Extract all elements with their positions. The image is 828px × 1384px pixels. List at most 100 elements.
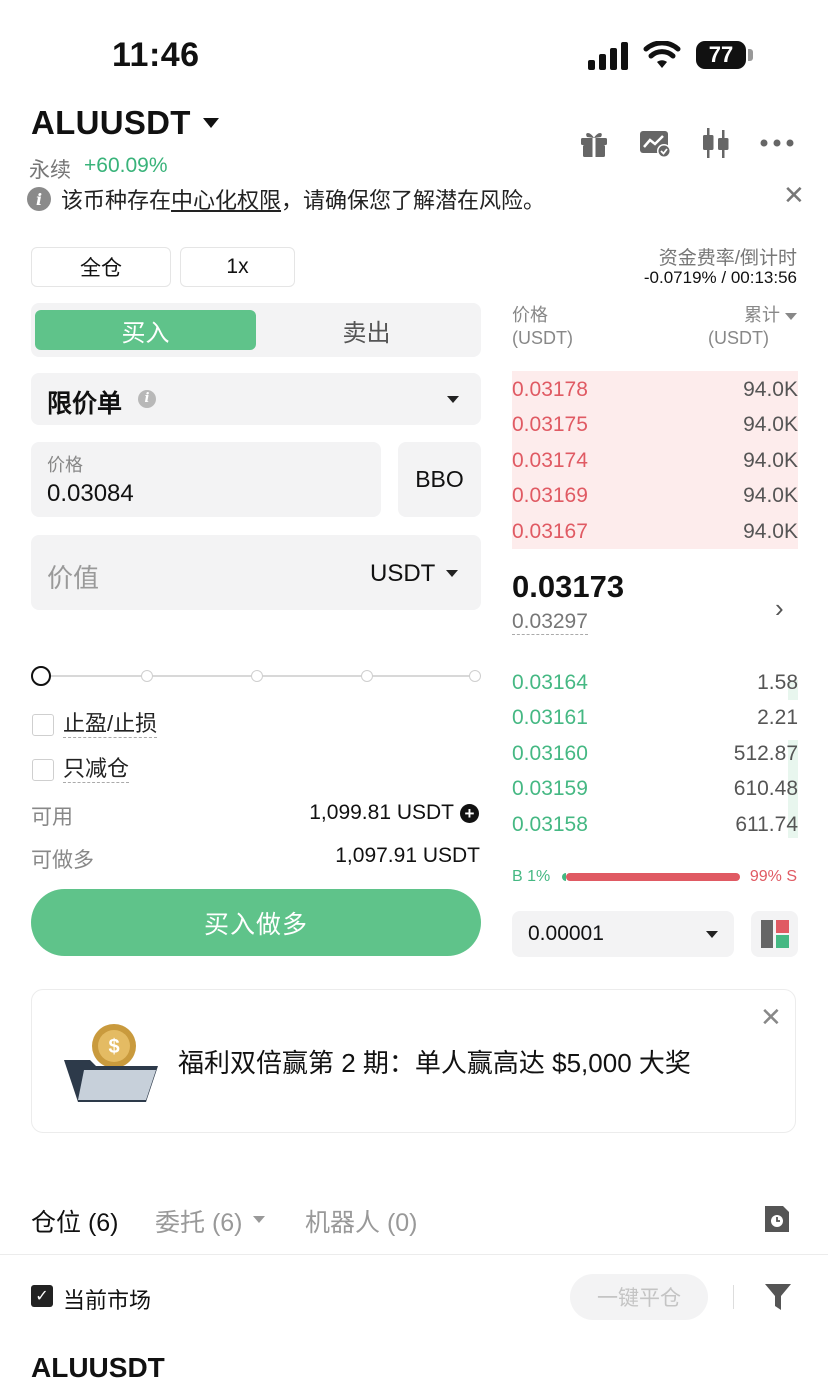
bid-row[interactable]: 0.03160 512.87: [512, 736, 798, 771]
coin-folder-icon: $: [62, 1020, 162, 1109]
ask-row[interactable]: 0.03178 94.0K: [512, 372, 798, 407]
ob-price-unit: (USDT): [512, 328, 573, 348]
ask-row[interactable]: 0.03169 94.0K: [512, 479, 798, 514]
ob-total-label: 累计: [743, 305, 780, 325]
price-change: +60.09%: [84, 154, 168, 177]
price-input[interactable]: 0.03084: [47, 480, 134, 508]
signal-icon: [588, 42, 632, 75]
bid-qty: 610.48: [733, 777, 798, 800]
history-icon[interactable]: [763, 1204, 791, 1239]
battery-cap: [748, 49, 753, 61]
ob-total-header: 累计 (USDT): [708, 304, 797, 350]
buy-tab[interactable]: 买入: [35, 310, 256, 350]
buy-ratio: B 1%: [512, 868, 551, 885]
value-input[interactable]: 价值: [47, 558, 99, 595]
status-time: 11:46: [112, 36, 200, 74]
sell-tab[interactable]: 卖出: [256, 310, 477, 350]
chevron-down-icon: [447, 396, 459, 403]
ask-price: 0.03175: [512, 413, 588, 436]
ob-price-label: 价格: [512, 305, 548, 325]
slider-step-100[interactable]: [469, 670, 481, 682]
side-toggle: 买入 卖出: [31, 303, 481, 357]
notice-link[interactable]: 中心化权限: [171, 183, 281, 215]
tab-bots[interactable]: 机器人 (0): [305, 1203, 418, 1239]
caret-down-icon[interactable]: [203, 118, 219, 128]
margin-mode-button[interactable]: 全仓: [31, 247, 171, 287]
candlestick-icon[interactable]: [697, 124, 735, 162]
bid-row[interactable]: 0.03164 1.58: [512, 665, 798, 700]
slider-step-50[interactable]: [251, 670, 263, 682]
ask-qty: 94.0K: [743, 519, 798, 543]
chevron-down-icon: [785, 312, 797, 320]
bid-row[interactable]: 0.03159 610.48: [512, 772, 798, 807]
available-value-row: 1,099.81 USDT +: [309, 801, 479, 825]
battery-icon: 77: [696, 41, 746, 69]
sell-ratio: 99% S: [749, 868, 797, 885]
gift-icon[interactable]: [575, 124, 613, 162]
precision-select[interactable]: 0.00001: [512, 911, 734, 957]
reduce-only-checkbox[interactable]: [32, 759, 54, 781]
ask-row[interactable]: 0.03175 94.0K: [512, 408, 798, 443]
ask-row[interactable]: 0.03174 94.0K: [512, 443, 798, 478]
value-field[interactable]: 价值 USDT: [31, 535, 481, 610]
add-funds-icon[interactable]: +: [460, 803, 479, 823]
tab-positions[interactable]: 仓位 (6): [31, 1203, 119, 1239]
more-icon[interactable]: [758, 124, 796, 162]
chevron-right-icon[interactable]: ›: [775, 593, 784, 624]
chevron-down-icon: [446, 570, 458, 577]
tab-orders[interactable]: 委托 (6): [155, 1203, 243, 1239]
svg-text:$: $: [108, 1036, 119, 1058]
close-promo-icon[interactable]: ✕: [760, 1002, 782, 1033]
ob-price-header: 价格 (USDT): [512, 304, 573, 350]
ask-qty: 94.0K: [743, 413, 798, 436]
bid-price: 0.03158: [512, 812, 588, 836]
bid-row[interactable]: 0.03158 611.74: [512, 807, 798, 842]
filter-separator: [733, 1285, 734, 1309]
ask-qty: 94.0K: [743, 448, 798, 472]
chart-check-icon[interactable]: [636, 124, 674, 162]
sell-ratio-bar: [566, 873, 740, 881]
position-symbol[interactable]: ALUUSDT: [31, 1352, 165, 1384]
bid-row[interactable]: 0.03161 2.21: [512, 701, 798, 736]
order-type-select[interactable]: 限价单 i: [31, 373, 481, 425]
buy-long-button[interactable]: 买入做多: [31, 889, 481, 956]
price-label: 价格: [47, 455, 83, 475]
ask-price: 0.03174: [512, 448, 588, 472]
tp-sl-label[interactable]: 止盈/止损: [63, 711, 158, 738]
max-long-value: 1,097.91 USDT: [335, 844, 480, 867]
pair-title[interactable]: ALUUSDT: [31, 104, 191, 142]
last-price: 0.03173: [512, 569, 625, 604]
bid-qty: 611.74: [735, 812, 798, 836]
notice-prefix: 该币种存在: [61, 188, 172, 213]
slider-step-75[interactable]: [361, 670, 373, 682]
slider-step-25[interactable]: [141, 670, 153, 682]
ask-price: 0.03169: [512, 484, 588, 507]
ask-price: 0.03167: [512, 519, 588, 543]
filter-icon[interactable]: [764, 1282, 792, 1317]
leverage-button[interactable]: 1x: [180, 247, 295, 287]
current-market-checkbox[interactable]: ✓: [31, 1285, 53, 1307]
current-market-label[interactable]: 当前市场: [63, 1283, 151, 1315]
info-icon: i: [27, 187, 51, 211]
close-notice-icon[interactable]: ✕: [783, 180, 805, 211]
price-field[interactable]: 价格 0.03084: [31, 442, 381, 517]
ask-row[interactable]: 0.03167 94.0K: [512, 514, 798, 549]
notice-suffix: ，请确保您了解潜在风险。: [281, 188, 546, 213]
info-icon[interactable]: i: [138, 390, 156, 408]
ob-total-select[interactable]: 累计: [708, 304, 797, 327]
close-all-button[interactable]: 一键平仓: [570, 1274, 708, 1320]
bid-qty: 1.58: [757, 670, 798, 694]
wifi-icon: [643, 40, 681, 74]
bid-price: 0.03161: [512, 706, 588, 729]
funding-label: 资金费率/倒计时: [658, 248, 797, 269]
risk-notice: i 该币种存在 中心化权限 ，请确保您了解潜在风险。: [27, 183, 545, 215]
bid-qty: 512.87: [733, 741, 798, 765]
promo-text[interactable]: 福利双倍赢第 2 期：单人赢高达 $5,000 大奖: [178, 1043, 691, 1080]
book-layout-icon[interactable]: [751, 911, 798, 957]
chevron-down-icon[interactable]: [253, 1216, 265, 1223]
tp-sl-checkbox[interactable]: [32, 714, 54, 736]
reduce-only-label[interactable]: 只减仓: [63, 756, 130, 783]
bbo-button[interactable]: BBO: [398, 442, 481, 517]
value-unit-select[interactable]: USDT: [370, 560, 435, 588]
amount-slider-handle[interactable]: [31, 666, 51, 686]
